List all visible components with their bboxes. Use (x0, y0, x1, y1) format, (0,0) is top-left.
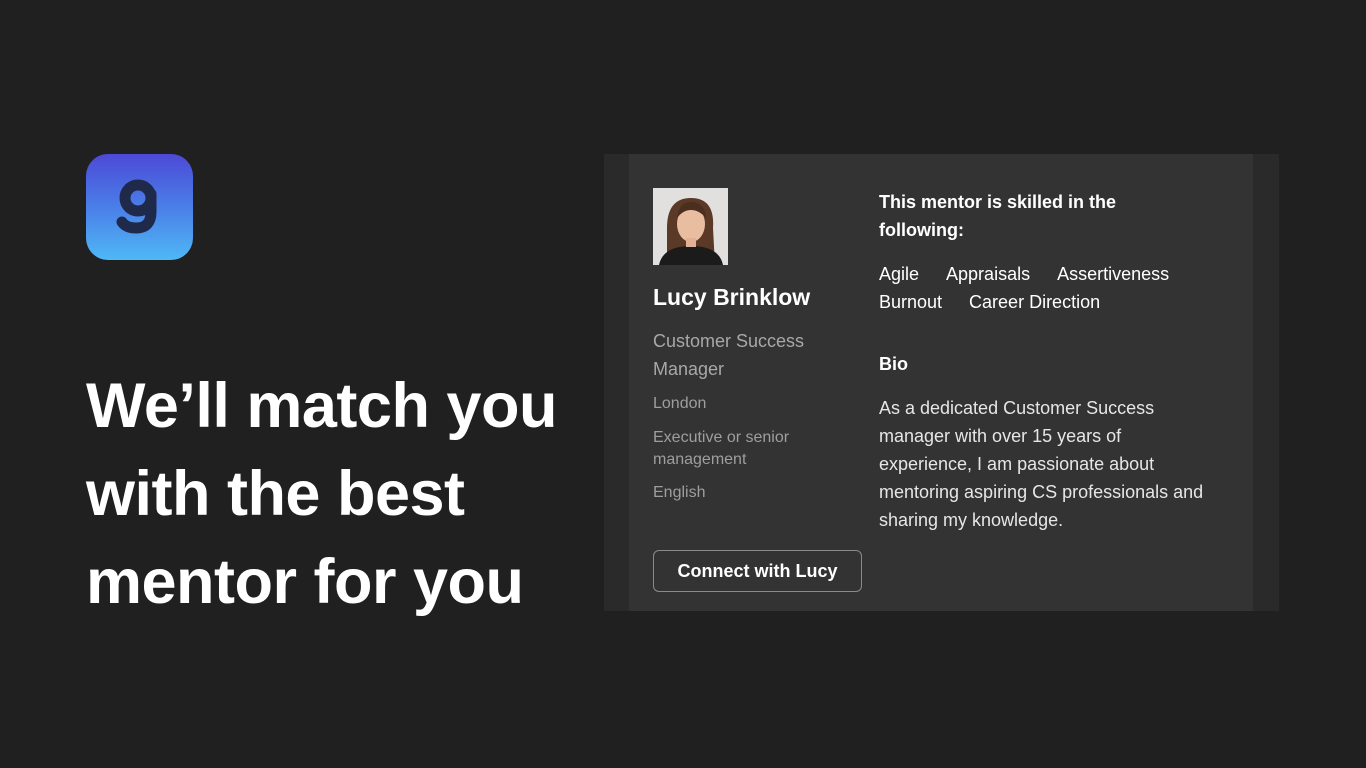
connect-button[interactable]: Connect with Lucy (653, 550, 862, 592)
skill-tag: Agile (879, 264, 920, 284)
skills-list: Agile Appraisals Assertiveness Burnout C… (879, 260, 1229, 316)
mentor-location: London (653, 395, 707, 412)
skill-tag: Burnout (879, 292, 943, 312)
mentor-card: Lucy Brinklow Customer Success Manager L… (629, 154, 1253, 611)
mentor-language: English (653, 484, 706, 501)
bio-heading: Bio (879, 354, 908, 374)
mentor-photo (653, 188, 728, 265)
skill-tag: Assertiveness (1057, 264, 1170, 284)
mentor-name: Lucy Brinklow (653, 284, 811, 310)
g-logo-icon (86, 154, 193, 260)
mentor-job-title: Customer Success Manager (653, 331, 805, 379)
page: We’ll match you with the best mentor for… (0, 0, 1366, 768)
bio-text: As a dedicated Customer Success manager … (879, 398, 1204, 530)
skills-heading: This mentor is skilled in the following: (879, 192, 1117, 240)
headline: We’ll match you with the best mentor for… (86, 371, 557, 617)
mentor-level: Executive or senior management (653, 429, 790, 468)
skill-tag: Appraisals (946, 264, 1031, 284)
skill-tag: Career Direction (969, 292, 1101, 312)
